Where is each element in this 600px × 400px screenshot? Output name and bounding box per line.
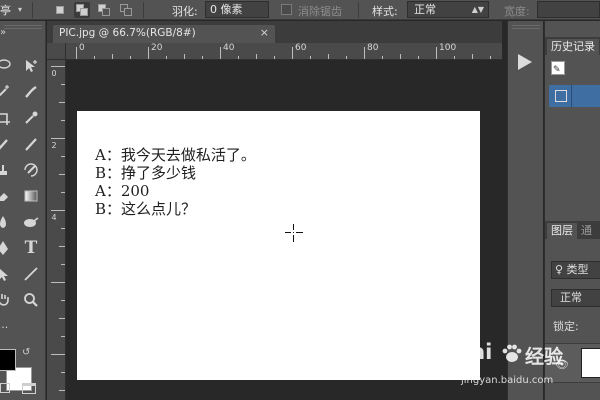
- add-to-selection-button[interactable]: [74, 2, 90, 18]
- lock-label: 锁定:: [553, 320, 579, 333]
- ruler-tick-label: 2: [51, 141, 57, 150]
- document-tab-title: PIC.jpg @ 66.7%(RGB/8#): [59, 27, 196, 39]
- history-state-row[interactable]: [549, 85, 600, 107]
- divider: [358, 2, 359, 18]
- ruler-tick-label: 40: [223, 43, 235, 53]
- ruler-tick-label: 4: [51, 213, 57, 222]
- blend-mode-select[interactable]: 正常: [551, 289, 600, 307]
- baidu-jingyan-watermark: Bai du 经验 jingyan.baidu.com: [453, 340, 600, 400]
- gradient-icon[interactable]: [22, 187, 40, 205]
- new-selection-button[interactable]: [52, 2, 68, 18]
- width-label: 宽度:: [504, 5, 530, 18]
- horizontal-ruler[interactable]: 0 20 40 60 80 100 120: [66, 43, 502, 60]
- collapse-icon[interactable]: »: [0, 27, 6, 38]
- width-input[interactable]: [537, 1, 600, 18]
- tab-channels[interactable]: 通: [581, 223, 592, 239]
- tool-preset-label: 亭: [0, 4, 11, 17]
- style-select[interactable]: 正常 ▲▼: [407, 1, 489, 18]
- document-canvas[interactable]: A：我今天去做私活了。 B：挣了多少钱 A：200 B：这么点儿？: [77, 111, 480, 380]
- play-icon[interactable]: [518, 54, 532, 70]
- panel-grip[interactable]: [4, 25, 42, 29]
- chevron-down-icon[interactable]: ▾: [18, 5, 22, 14]
- brush-icon: ✎: [553, 65, 561, 75]
- antialias-checkbox[interactable]: [281, 4, 292, 15]
- quick-mask-icon[interactable]: [0, 383, 10, 393]
- brush-icon[interactable]: [22, 135, 40, 153]
- document-tab[interactable]: PIC.jpg @ 66.7%(RGB/8#) ×: [53, 25, 275, 43]
- document-tab-strip: PIC.jpg @ 66.7%(RGB/8#) ×: [47, 21, 502, 43]
- chevron-updown-icon: ▲▼: [471, 5, 484, 14]
- ruler-tick-label: 60: [295, 43, 307, 53]
- pen-icon[interactable]: [0, 239, 12, 257]
- crosshair-cursor-icon: [285, 224, 303, 242]
- divider: [143, 2, 144, 18]
- line-icon[interactable]: [22, 265, 40, 283]
- tab-history[interactable]: 历史记录: [547, 39, 599, 55]
- canvas-text-line: A：我今天去做私活了。: [95, 146, 256, 164]
- healing-brush-icon[interactable]: [22, 83, 40, 101]
- feather-input[interactable]: 0 像素: [205, 1, 269, 18]
- close-icon[interactable]: ×: [260, 26, 269, 39]
- type-icon[interactable]: T: [22, 239, 40, 257]
- eyedropper-icon[interactable]: [22, 109, 40, 127]
- layer-filter-select[interactable]: ♀ 类型: [551, 261, 600, 279]
- magic-wand-icon[interactable]: [0, 83, 12, 101]
- watermark-url: jingyan.baidu.com: [461, 375, 554, 386]
- panel-grip[interactable]: [512, 25, 540, 29]
- move-icon[interactable]: [22, 57, 40, 75]
- style-select-value: 正常: [414, 3, 436, 16]
- dodge-icon[interactable]: [22, 213, 40, 231]
- eraser-icon[interactable]: [0, 187, 12, 205]
- hand-icon[interactable]: [0, 291, 12, 309]
- canvas-text-line: B：挣了多少钱: [95, 164, 197, 182]
- canvas-text-line: A：200: [95, 182, 150, 200]
- ruler-tick-label: 100: [439, 43, 457, 53]
- path-selection-icon[interactable]: [0, 265, 12, 283]
- ruler-tick-label: 0: [51, 69, 57, 78]
- subtract-from-selection-button[interactable]: [96, 2, 112, 18]
- canvas-text-line: B：这么点儿？: [95, 200, 197, 218]
- blur-icon[interactable]: [0, 213, 12, 231]
- antialias-label: 消除锯齿: [298, 5, 342, 18]
- tools-panel: » T ·· ↺: [0, 21, 46, 400]
- foreground-color-swatch[interactable]: [0, 349, 16, 371]
- brush-icon[interactable]: [0, 135, 12, 153]
- vertical-ruler[interactable]: 0 2 4: [47, 60, 66, 400]
- clone-stamp-icon[interactable]: [0, 161, 12, 179]
- watermark-name: 经验: [525, 346, 564, 368]
- divider: [32, 2, 33, 18]
- feather-label: 羽化:: [172, 5, 198, 18]
- ruler-tick-label: 80: [367, 43, 379, 53]
- history-panel-tabs: 历史记录: [545, 37, 600, 55]
- screen-mode-icon[interactable]: [22, 383, 36, 394]
- more-tools-icon[interactable]: ···: [0, 319, 12, 337]
- watermark-brand: Bai: [455, 340, 493, 364]
- ruler-origin[interactable]: [47, 43, 66, 60]
- swap-colors-icon[interactable]: ↺: [22, 347, 30, 358]
- crop-icon[interactable]: [0, 109, 12, 127]
- lasso-icon[interactable]: [0, 57, 12, 75]
- zoom-icon[interactable]: [22, 291, 40, 309]
- document-icon: [555, 90, 567, 102]
- style-label: 样式:: [372, 5, 398, 18]
- ruler-tick-label: 20: [151, 43, 163, 53]
- tab-layers[interactable]: 图层: [547, 223, 577, 239]
- intersect-selection-button[interactable]: [118, 2, 134, 18]
- layers-panel-tabs: 图层 通: [545, 221, 600, 239]
- ruler-tick-label: 0: [79, 43, 85, 53]
- history-brush-icon[interactable]: [22, 161, 40, 179]
- options-bar: 亭 ▾ 羽化: 0 像素 消除锯齿 样式: 正常 ▲▼ 宽度:: [0, 0, 600, 20]
- paw-logo-icon: [502, 344, 522, 362]
